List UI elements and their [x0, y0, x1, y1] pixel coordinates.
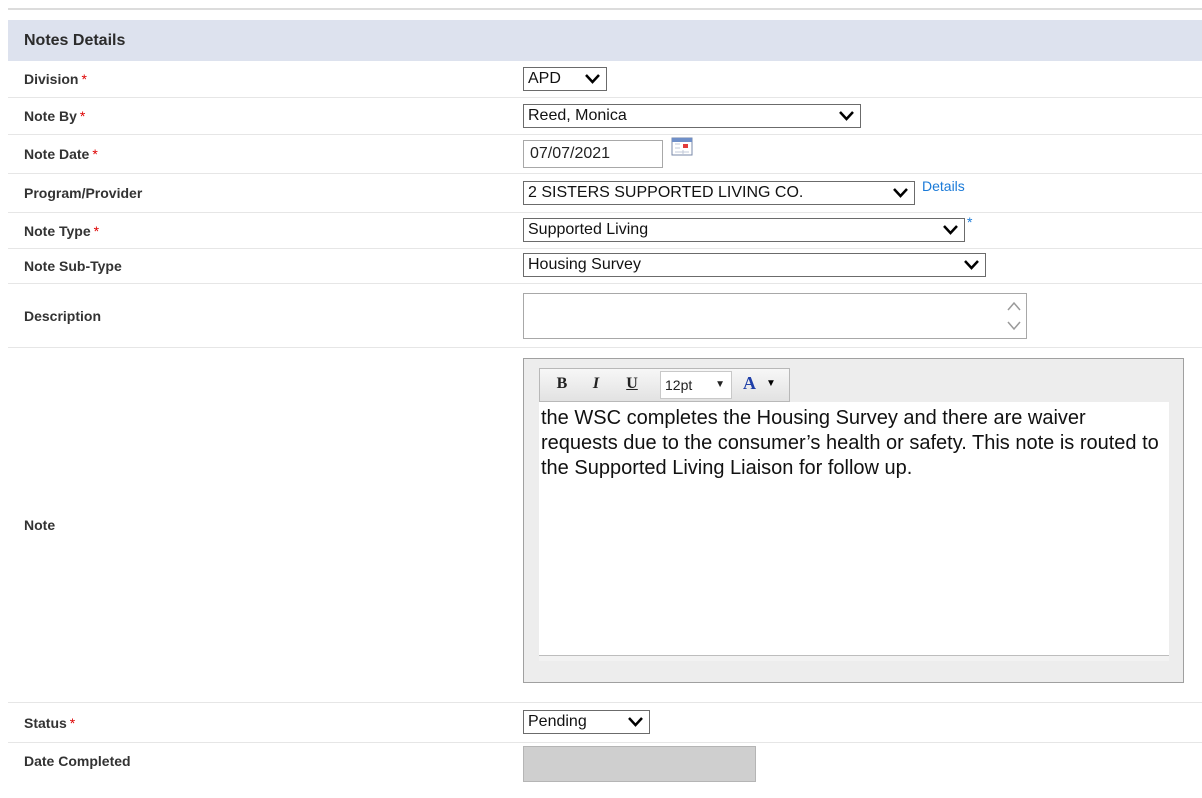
note-rich-text-editor: B I U 12pt ▼ A ▼ the WSC completes the H… — [523, 358, 1184, 683]
bold-button[interactable]: B — [552, 375, 572, 393]
row-note: Note B I U 12pt ▼ A ▼ the WSC completes … — [8, 348, 1202, 703]
dropdown-arrow-icon: ▼ — [715, 379, 725, 390]
required-marker: * — [967, 214, 973, 230]
program-provider-label: Program/Provider — [24, 185, 143, 201]
division-label: Division * — [24, 71, 87, 87]
underline-button[interactable]: U — [622, 375, 642, 393]
status-select[interactable]: Pending — [523, 710, 650, 734]
note-sub-type-select[interactable]: Housing Survey — [523, 253, 986, 277]
row-program-provider: Program/Provider 2 SISTERS SUPPORTED LIV… — [8, 174, 1202, 213]
row-note-by: Note By * Reed, Monica — [8, 98, 1202, 135]
row-description: Description — [8, 284, 1202, 348]
font-size-select[interactable]: 12pt ▼ — [660, 371, 732, 399]
notes-details-panel: Notes Details Division * APD Note By * Ree… — [8, 20, 1202, 782]
note-sub-type-label: Note Sub-Type — [24, 258, 122, 274]
required-marker: * — [81, 71, 87, 87]
required-marker: * — [92, 146, 98, 162]
required-marker: * — [93, 222, 100, 239]
note-type-label: Note Type * — [24, 222, 100, 239]
note-by-select[interactable]: Reed, Monica — [523, 104, 861, 128]
italic-button[interactable]: I — [586, 375, 606, 393]
editor-footer — [539, 655, 1169, 661]
row-note-date: Note Date * 07/07/2021 — [8, 135, 1202, 174]
row-status: Status * Pending — [8, 703, 1202, 743]
chevron-down-icon — [893, 188, 908, 198]
date-completed-field — [523, 746, 756, 782]
row-date-completed: Date Completed — [8, 743, 1202, 782]
note-type-select[interactable]: Supported Living — [523, 218, 965, 242]
scroll-arrows-icon[interactable] — [1006, 297, 1022, 335]
date-completed-label: Date Completed — [24, 753, 131, 769]
row-division: Division * APD — [8, 61, 1202, 98]
note-by-label: Note By * — [24, 108, 86, 124]
required-marker: * — [69, 714, 76, 731]
note-date-input[interactable]: 07/07/2021 — [523, 140, 663, 168]
status-label: Status * — [24, 714, 76, 731]
chevron-down-icon — [964, 260, 979, 270]
row-note-sub-type: Note Sub-Type Housing Survey — [8, 249, 1202, 284]
dropdown-arrow-icon[interactable]: ▼ — [766, 378, 776, 389]
font-color-button[interactable]: A — [743, 373, 756, 394]
chevron-down-icon — [585, 74, 600, 84]
chevron-down-icon — [943, 225, 958, 235]
chevron-down-icon — [628, 717, 643, 727]
description-label: Description — [24, 307, 102, 324]
chevron-down-icon — [839, 111, 854, 121]
required-marker: * — [79, 108, 86, 124]
panel-title: Notes Details — [8, 20, 1202, 61]
note-date-label: Note Date * — [24, 146, 98, 162]
editor-toolbar: B I U 12pt ▼ A ▼ — [539, 368, 790, 402]
note-label: Note — [24, 517, 56, 533]
description-textarea[interactable] — [523, 293, 1027, 339]
row-note-type: Note Type * Supported Living * — [8, 213, 1202, 249]
calendar-icon[interactable] — [671, 136, 693, 156]
details-link[interactable]: Details — [922, 178, 965, 194]
top-divider — [8, 8, 1202, 10]
program-provider-select[interactable]: 2 SISTERS SUPPORTED LIVING CO. — [523, 181, 915, 205]
division-select[interactable]: APD — [523, 67, 607, 91]
note-text-area[interactable]: the WSC completes the Housing Survey and… — [539, 402, 1169, 655]
